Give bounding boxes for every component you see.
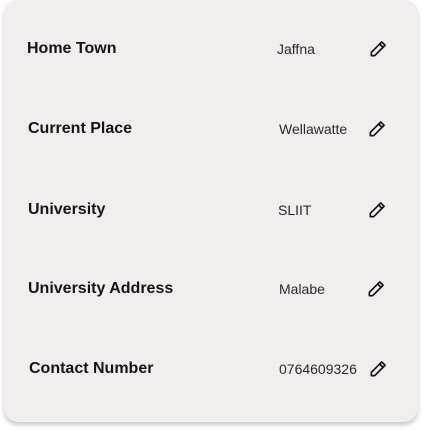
- field-value: Wellawatte: [279, 121, 348, 137]
- pencil-icon: [370, 41, 386, 57]
- field-label: Contact Number: [29, 360, 154, 377]
- edit-university-button[interactable]: [365, 198, 389, 222]
- edit-contact-number-button[interactable]: [366, 357, 390, 381]
- field-row-university: University SLIIT: [4, 195, 418, 225]
- field-row-current-place: Current Place Wellawatte: [4, 114, 418, 144]
- field-label: Home Town: [27, 40, 117, 57]
- pencil-icon: [369, 202, 385, 218]
- field-label: University Address: [28, 280, 174, 297]
- edit-home-town-button[interactable]: [366, 37, 390, 61]
- field-label: University: [28, 201, 106, 218]
- field-value: Jaffna: [277, 41, 315, 57]
- profile-details-card: Home Town Jaffna Current Place Wellawatt…: [4, 0, 418, 422]
- field-row-contact-number: Contact Number 0764609326: [4, 354, 418, 384]
- edit-university-address-button[interactable]: [364, 277, 388, 301]
- pencil-icon: [370, 361, 386, 377]
- field-value: 0764609326: [279, 361, 357, 377]
- pencil-icon: [368, 281, 384, 297]
- field-row-university-address: University Address Malabe: [4, 274, 418, 304]
- field-value: SLIIT: [278, 202, 312, 218]
- pencil-icon: [369, 121, 385, 137]
- field-value: Malabe: [279, 281, 325, 297]
- edit-current-place-button[interactable]: [365, 117, 389, 141]
- field-label: Current Place: [28, 120, 133, 137]
- field-row-home-town: Home Town Jaffna: [4, 34, 418, 64]
